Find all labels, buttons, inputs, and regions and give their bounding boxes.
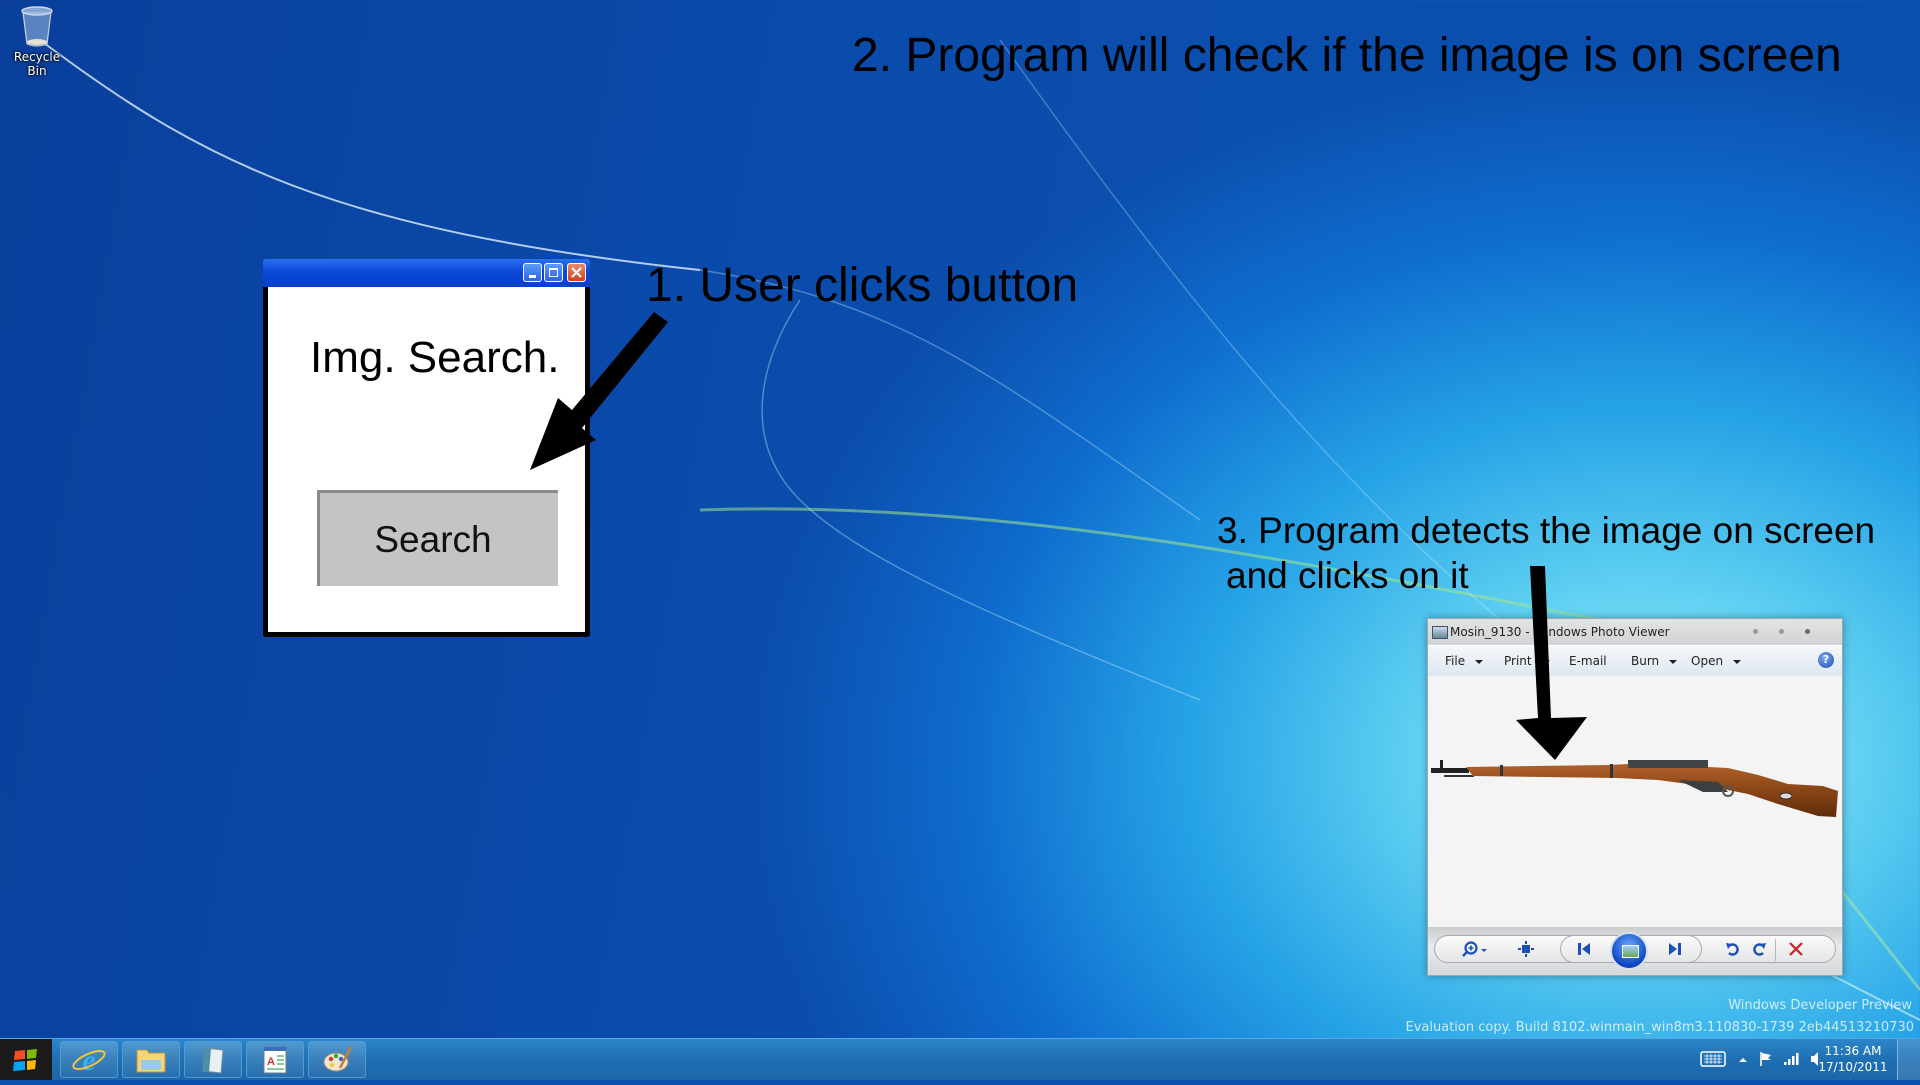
delete-icon bbox=[1789, 942, 1803, 956]
delete-button[interactable] bbox=[1788, 941, 1804, 961]
annotation-step-1: 1. User clicks button bbox=[646, 259, 1079, 312]
desktop-icon-recycle-bin[interactable]: Recycle Bin bbox=[6, 6, 68, 78]
wordpad-icon: A bbox=[263, 1046, 287, 1074]
annotation-step-3: 3. Program detects the image on screen bbox=[1217, 510, 1876, 551]
taskbar-notepad[interactable] bbox=[184, 1041, 242, 1078]
help-icon[interactable]: ? bbox=[1818, 652, 1834, 668]
chevron-down-icon bbox=[1733, 659, 1742, 664]
network-signal-icon[interactable] bbox=[1783, 1052, 1799, 1066]
menu-burn[interactable]: Burn bbox=[1631, 654, 1678, 668]
show-hidden-icons-icon[interactable] bbox=[1738, 1056, 1748, 1064]
window-body: Img. Search. Search bbox=[263, 287, 590, 637]
close-button[interactable] bbox=[567, 263, 586, 282]
fit-to-window-icon bbox=[1518, 941, 1534, 957]
previous-button[interactable] bbox=[1576, 941, 1592, 961]
rotate-ccw-icon bbox=[1726, 943, 1739, 956]
clock[interactable]: 11:36 AM 17/10/2011 bbox=[1818, 1043, 1888, 1075]
close-icon bbox=[571, 267, 582, 278]
chevron-down-icon bbox=[1541, 659, 1550, 664]
menu-open[interactable]: Open bbox=[1691, 654, 1742, 668]
photo-viewer-controls bbox=[1428, 927, 1842, 975]
minimize-icon bbox=[529, 275, 536, 278]
menu-email-label: E-mail bbox=[1569, 654, 1607, 668]
chevron-down-icon bbox=[1669, 659, 1678, 664]
annotation-step-2: 2. Program will check if the image is on… bbox=[852, 29, 1842, 82]
slideshow-icon bbox=[1622, 945, 1639, 958]
maximize-button[interactable] bbox=[544, 263, 563, 282]
photo-canvas bbox=[1428, 676, 1842, 927]
rotate-clockwise-button[interactable] bbox=[1751, 941, 1767, 961]
internet-explorer-icon: e bbox=[72, 1044, 106, 1077]
taskbar-paint[interactable] bbox=[308, 1041, 366, 1078]
slideshow-button[interactable] bbox=[1610, 932, 1648, 970]
img-search-window: Img. Search. Search bbox=[263, 259, 590, 637]
taskbar-internet-explorer[interactable]: e bbox=[60, 1041, 118, 1078]
menu-burn-label: Burn bbox=[1631, 654, 1660, 668]
menu-file[interactable]: File bbox=[1445, 654, 1484, 668]
maximize-button[interactable] bbox=[1779, 629, 1784, 634]
recycle-bin-icon bbox=[20, 6, 54, 48]
close-button[interactable] bbox=[1805, 629, 1810, 634]
notepad-icon bbox=[202, 1047, 224, 1074]
menu-email[interactable]: E-mail bbox=[1569, 654, 1607, 668]
photo-viewer-titlebar[interactable]: Mosin_9130 - Windows Photo Viewer bbox=[1428, 619, 1842, 645]
svg-text:e: e bbox=[82, 1044, 95, 1077]
rotate-counterclockwise-button[interactable] bbox=[1725, 941, 1741, 961]
window-titlebar[interactable] bbox=[263, 259, 590, 287]
clock-date: 17/10/2011 bbox=[1818, 1060, 1888, 1074]
taskbar-wordpad[interactable]: A bbox=[246, 1041, 304, 1078]
previous-icon bbox=[1578, 943, 1590, 955]
keyboard-icon[interactable] bbox=[1700, 1051, 1726, 1067]
menu-file-label: File bbox=[1445, 654, 1466, 668]
clock-time: 11:36 AM bbox=[1824, 1044, 1882, 1058]
menu-open-label: Open bbox=[1691, 654, 1724, 668]
paint-icon bbox=[323, 1046, 353, 1072]
photo-viewer-app-icon bbox=[1432, 626, 1448, 639]
zoom-icon bbox=[1462, 941, 1487, 957]
chevron-down-icon bbox=[1475, 659, 1484, 664]
action-center-flag-icon[interactable] bbox=[1759, 1051, 1773, 1067]
recycle-bin-label: Recycle Bin bbox=[13, 50, 61, 78]
svg-text:A: A bbox=[267, 1056, 275, 1068]
photo-viewer-menubar: File Print E-mail Burn Open ? bbox=[1428, 645, 1842, 677]
taskbar: e A 11:36 AM 17/10/2011 bbox=[0, 1038, 1920, 1080]
app-title: Img. Search. bbox=[310, 333, 560, 382]
watermark-line-2: Evaluation copy. Build 8102.winmain_win8… bbox=[1405, 1020, 1915, 1035]
annotation-step-3-line-2: and clicks on it bbox=[1226, 555, 1469, 596]
rotate-cw-icon bbox=[1753, 943, 1766, 956]
photo-viewer-title: Mosin_9130 - Windows Photo Viewer bbox=[1450, 625, 1670, 639]
menu-print[interactable]: Print bbox=[1504, 654, 1550, 668]
minimize-button[interactable] bbox=[523, 263, 542, 282]
actual-size-button[interactable] bbox=[1518, 941, 1534, 961]
system-tray: 11:36 AM 17/10/2011 bbox=[1680, 1039, 1920, 1080]
file-explorer-icon bbox=[136, 1049, 166, 1073]
controls-divider bbox=[1775, 939, 1776, 961]
rifle-image[interactable] bbox=[1428, 676, 1842, 927]
next-button[interactable] bbox=[1667, 941, 1683, 961]
zoom-button[interactable] bbox=[1462, 941, 1488, 961]
show-desktop-button[interactable] bbox=[1897, 1039, 1920, 1080]
menu-print-label: Print bbox=[1504, 654, 1532, 668]
start-button[interactable] bbox=[0, 1039, 52, 1080]
next-icon bbox=[1669, 943, 1681, 955]
search-button[interactable]: Search bbox=[317, 490, 558, 586]
maximize-icon bbox=[549, 268, 558, 277]
watermark-line-1: Windows Developer Preview bbox=[1728, 998, 1912, 1013]
windows-logo-icon bbox=[13, 1049, 37, 1071]
photo-viewer-window: Mosin_9130 - Windows Photo Viewer File P… bbox=[1427, 618, 1843, 976]
taskbar-file-explorer[interactable] bbox=[122, 1041, 180, 1078]
minimize-button[interactable] bbox=[1753, 629, 1758, 634]
